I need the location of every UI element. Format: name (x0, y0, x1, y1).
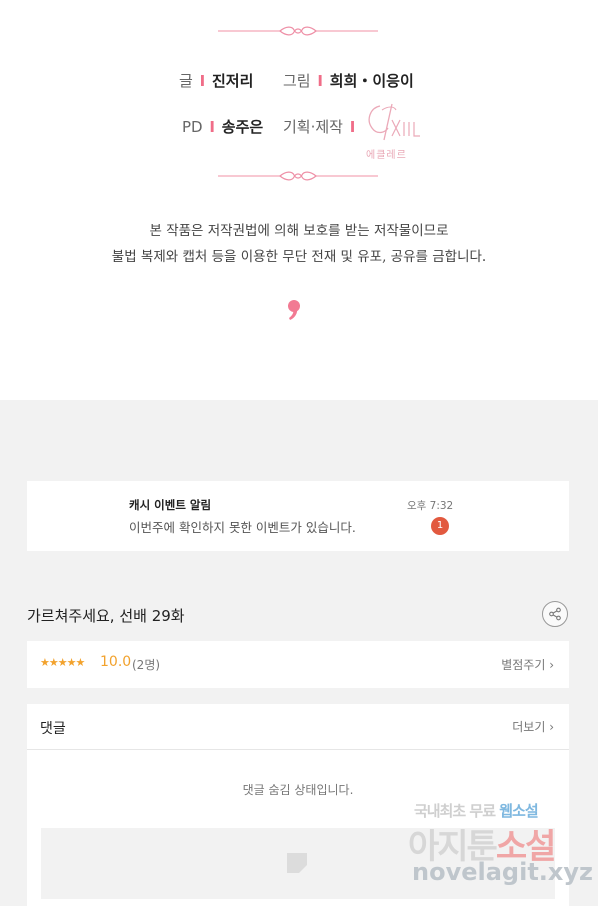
ornamental-divider-icon (218, 26, 378, 36)
comments-hidden-message: 댓글 숨김 상태입니다. (242, 783, 354, 797)
rating-count: (2명) (132, 658, 161, 672)
episode-end-panel: 글 I 진저리 그림 I 희희・이응이 PD I 송주은 기획·제작 I 에클레… (0, 0, 598, 400)
copyright-notice-line: 불법 복제와 캡처 등을 이용한 무단 전재 및 유포, 공유를 금합니다. (111, 249, 487, 265)
share-icon (549, 607, 561, 621)
rate-button[interactable]: 별점주기 › (501, 656, 554, 673)
episode-title: 가르쳐주세요, 선배 29화 (27, 607, 185, 625)
comma-mark-icon (288, 300, 300, 320)
studio-logo: 에클레르 (362, 100, 428, 162)
notification-badge: 1 (431, 517, 449, 535)
placeholder-icon (287, 853, 307, 873)
rating-score: 10.0 (100, 654, 132, 670)
comments-title: 댓글 (40, 721, 66, 737)
rating-panel: ★★★★★ 10.0 (2명) 별점주기 › (27, 641, 569, 688)
writer-credit: 글 I 진저리 (179, 72, 254, 90)
pd-credit: PD I 송주은 (182, 118, 264, 136)
ornamental-divider-icon (218, 171, 378, 181)
notification-time: 오후 7:32 (407, 500, 454, 512)
site-watermark: 국내최초 무료 웹소설 아지툰소설 novelagit.xyz (408, 802, 594, 886)
notification-message: 이번주에 확인하지 못한 이벤트가 있습니다. (129, 520, 356, 535)
production-credit: 기획·제작 I (283, 118, 356, 136)
comments-more-link[interactable]: 더보기 › (512, 718, 554, 735)
copyright-notice-line: 본 작품은 저작권법에 의해 보호를 받는 저작물이므로 (149, 223, 449, 239)
art-credit: 그림 I 희희・이응이 (283, 72, 414, 90)
star-rating-icon: ★★★★★ (40, 656, 85, 669)
divider (27, 749, 569, 750)
studio-logo-mark-icon (368, 103, 420, 141)
share-button[interactable] (542, 601, 568, 627)
cash-event-notification[interactable]: 캐시 이벤트 알림 이번주에 확인하지 못한 이벤트가 있습니다. 오후 7:3… (27, 481, 569, 551)
notification-title: 캐시 이벤트 알림 (129, 498, 212, 512)
